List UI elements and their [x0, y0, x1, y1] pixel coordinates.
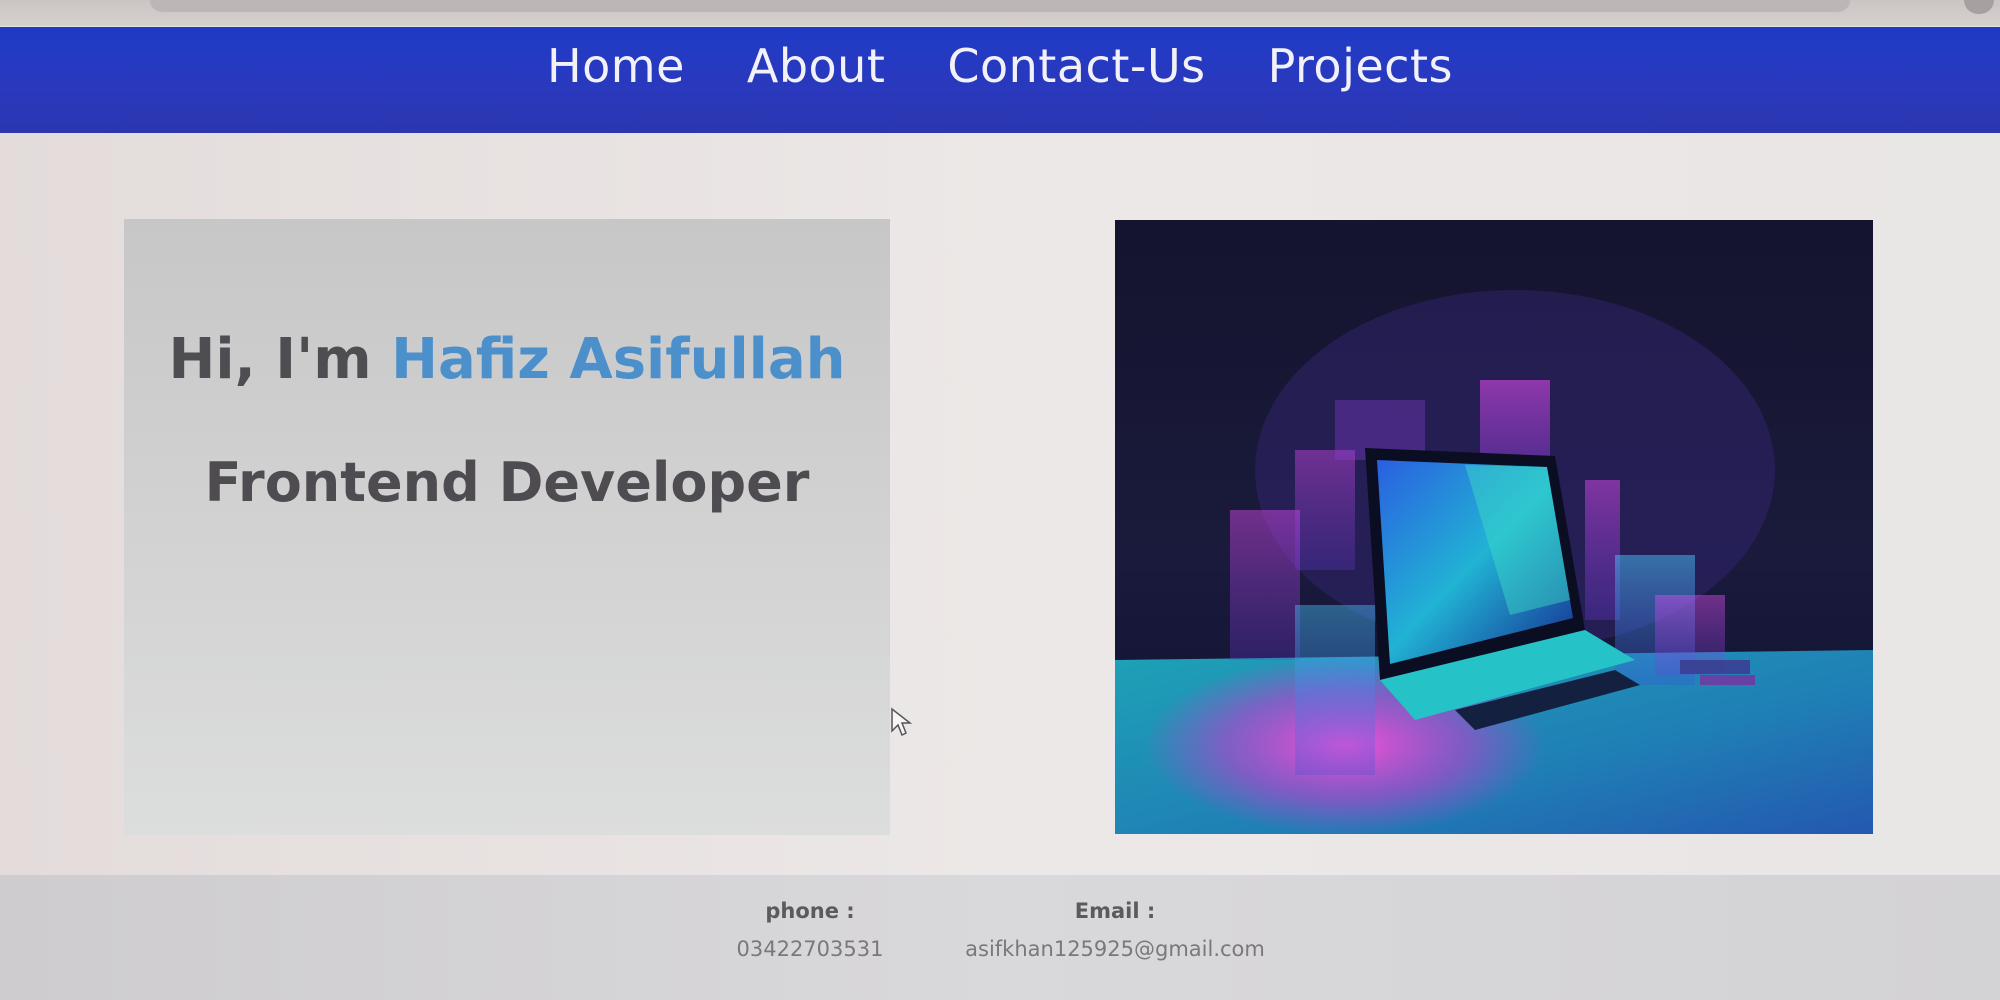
footer-phone-label: phone : [765, 899, 855, 923]
mouse-cursor-icon [891, 707, 913, 737]
footer-phone-value: 03422703531 [736, 937, 884, 961]
main-content: Hi, I'm Hafiz Asifullah Frontend Develop… [0, 133, 2000, 875]
neon-laptop-illustration [1115, 220, 1873, 834]
nav-link-about[interactable]: About [747, 39, 886, 93]
top-navbar: Home About Contact-Us Projects [0, 27, 2000, 133]
intro-greeting: Hi, I'm [168, 327, 372, 392]
footer-email-label: Email : [1074, 899, 1156, 923]
intro-role: Frontend Developer [204, 451, 810, 514]
nav-link-contact-us[interactable]: Contact-Us [947, 39, 1205, 93]
nav-link-home[interactable]: Home [547, 39, 685, 93]
footer-email: Email : asifkhan125925@gmail.com [950, 899, 1280, 961]
browser-tab-edge [150, 0, 1850, 12]
browser-chrome-strip [0, 0, 2000, 26]
nav-link-projects[interactable]: Projects [1268, 39, 1453, 93]
browser-control[interactable] [1964, 0, 1994, 14]
page-footer: phone : 03422703531 Email : asifkhan1259… [0, 875, 2000, 1000]
intro-name: Hafiz Asifullah [391, 327, 846, 392]
intro-heading: Hi, I'm Hafiz Asifullah [124, 327, 890, 392]
footer-phone: phone : 03422703531 [700, 899, 920, 961]
hero-image [1115, 220, 1873, 834]
intro-card: Hi, I'm Hafiz Asifullah Frontend Develop… [124, 219, 890, 835]
footer-email-value: asifkhan125925@gmail.com [965, 937, 1265, 961]
